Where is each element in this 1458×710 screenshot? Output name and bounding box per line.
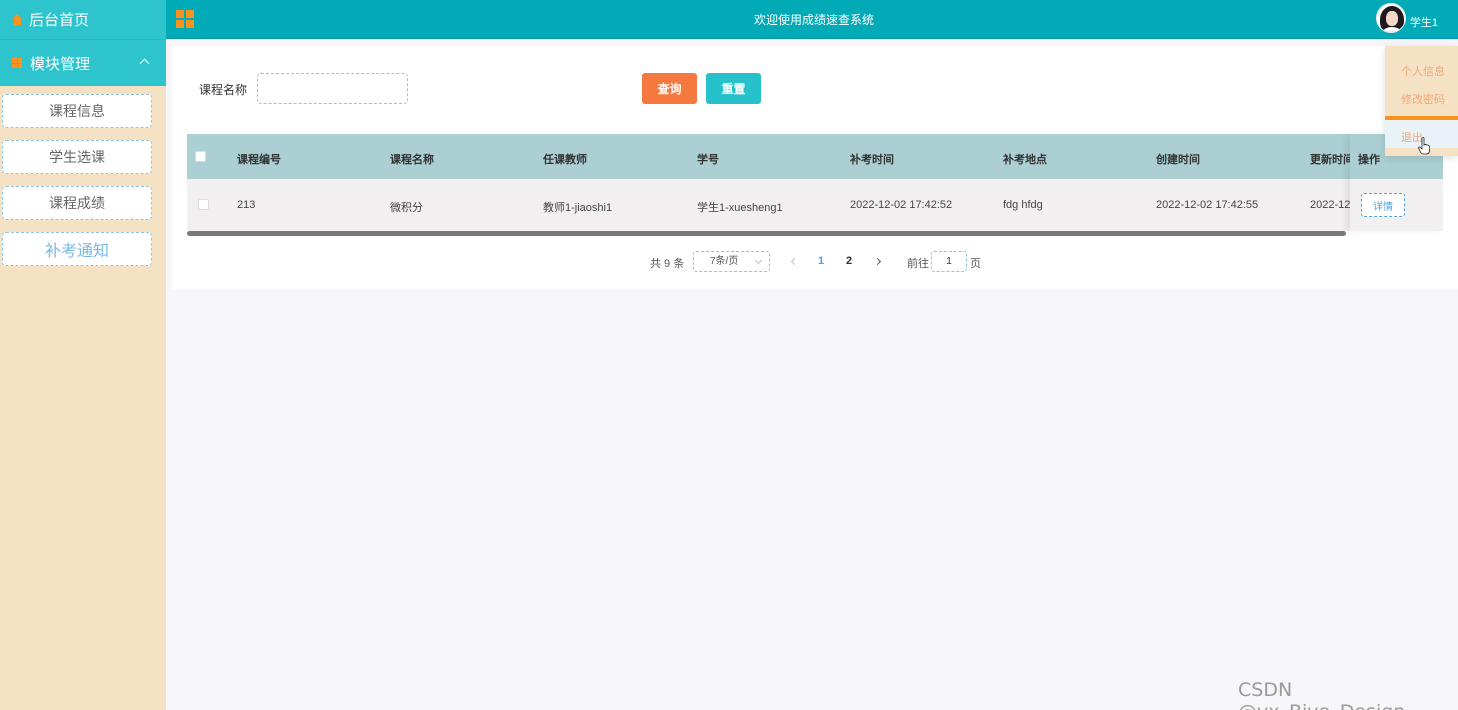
sidebar-item-label: 课程成绩 <box>49 195 105 211</box>
goto-prefix: 前往 <box>907 258 929 270</box>
sidebar-item-course-scores[interactable]: 课程成绩 <box>2 186 152 220</box>
table-cell: 213 <box>237 199 256 211</box>
table-row: 213 微积分 教师1-jiaoshi1 学生1-xuesheng1 2022-… <box>187 179 1443 231</box>
sidebar-item-makeup-exam[interactable]: 补考通知 <box>2 232 152 266</box>
table-cell: 微积分 <box>390 202 423 214</box>
sidebar-home-label: 后台首页 <box>29 12 90 29</box>
top-header: 欢迎使用成绩速查系统 学生1 <box>166 0 1458 39</box>
sidebar-item-label: 学生选课 <box>49 149 105 165</box>
select-all-checkbox[interactable] <box>195 151 206 162</box>
column-header: 操作 <box>1358 154 1380 166</box>
reset-button[interactable]: 重置 <box>706 73 761 104</box>
sidebar-item-student-selection[interactable]: 学生选课 <box>2 140 152 174</box>
menu-item-change-password[interactable]: 修改密码 <box>1385 91 1458 107</box>
goto-suffix: 页 <box>970 258 981 270</box>
column-header: 任课教师 <box>543 154 587 166</box>
page-size-select[interactable]: 7条/页 <box>693 251 770 272</box>
sidebar-module-menu[interactable]: 模块管理 <box>0 40 166 86</box>
sidebar: 后台首页 模块管理 课程信息 学生选课 课程成绩 补考通知 <box>0 0 166 710</box>
table-cell: fdg hfdg <box>1003 199 1043 211</box>
page-number[interactable]: 2 <box>846 255 852 267</box>
goto-page-input[interactable] <box>931 251 967 272</box>
sidebar-item-course-info[interactable]: 课程信息 <box>2 94 152 128</box>
sidebar-home-link[interactable]: 后台首页 <box>0 0 166 40</box>
column-header: 更新时间 <box>1310 154 1354 166</box>
table-cell: 2022-12-02 17:42:55 <box>1156 199 1259 211</box>
row-checkbox[interactable] <box>198 199 209 210</box>
search-label: 课程名称 <box>199 83 248 97</box>
column-header: 补考时间 <box>850 154 894 166</box>
table-cell: 2022-12 <box>1310 199 1351 211</box>
sidebar-module-label: 模块管理 <box>30 55 91 73</box>
home-icon <box>12 14 23 25</box>
pagination-total: 共 9 条 <box>650 258 685 270</box>
table-cell: 2022-12-02 17:42:52 <box>850 199 953 211</box>
page-number-current[interactable]: 1 <box>818 255 824 267</box>
column-header: 课程编号 <box>237 154 281 166</box>
column-header: 创建时间 <box>1156 154 1200 166</box>
query-button[interactable]: 查询 <box>642 73 697 104</box>
horizontal-scrollbar[interactable] <box>187 231 1346 236</box>
username[interactable]: 学生1 <box>1410 14 1438 30</box>
column-header: 补考地点 <box>1003 154 1047 166</box>
page-title: 欢迎使用成绩速查系统 <box>753 13 874 27</box>
table-cell: 教师1-jiaoshi1 <box>543 202 613 214</box>
hand-cursor-icon <box>1418 137 1430 155</box>
sidebar-item-label: 补考通知 <box>44 243 109 260</box>
column-header: 课程名称 <box>390 154 434 166</box>
avatar[interactable] <box>1376 3 1406 33</box>
table-header: 课程编号 课程名称 任课教师 学号 补考时间 补考地点 创建时间 更新时间 <box>187 134 1443 179</box>
chevron-up-icon <box>139 58 150 69</box>
column-header: 学号 <box>697 154 719 166</box>
menu-item-profile[interactable]: 个人信息 <box>1385 63 1458 79</box>
sidebar-item-label: 课程信息 <box>49 103 105 119</box>
course-name-input[interactable] <box>257 73 408 104</box>
detail-button[interactable]: 详情 <box>1361 193 1405 217</box>
chevron-down-icon <box>754 256 763 265</box>
watermark-text: CSDN @vx_Biye_Design <box>1238 679 1405 710</box>
table-cell: 学生1-xuesheng1 <box>697 202 783 214</box>
grid-icon <box>12 58 22 68</box>
